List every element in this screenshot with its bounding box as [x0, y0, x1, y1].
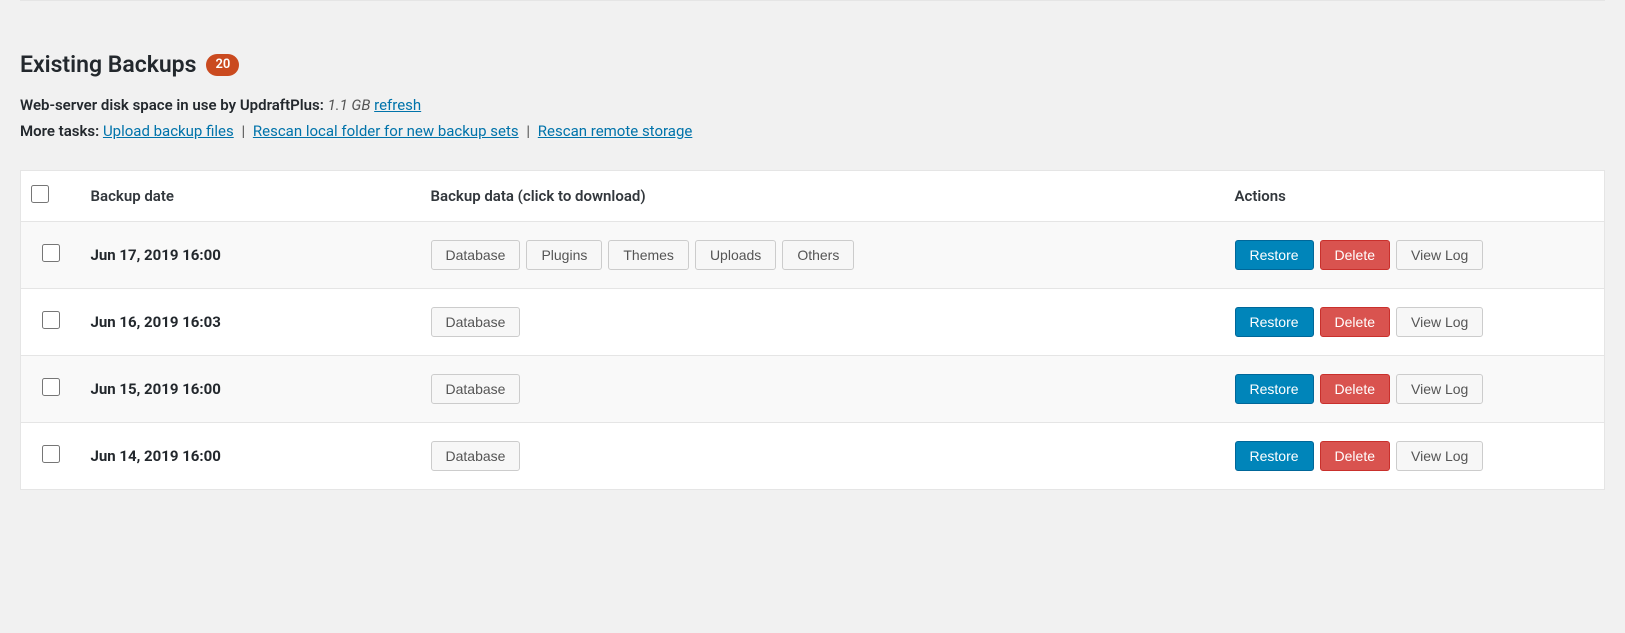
database-download-button[interactable]: Database — [431, 307, 521, 337]
row-date-cell: Jun 17, 2019 16:00 — [81, 222, 421, 289]
more-tasks-line: More tasks: Upload backup files | Rescan… — [20, 122, 1605, 140]
database-download-button[interactable]: Database — [431, 441, 521, 471]
restore-button[interactable]: Restore — [1235, 441, 1314, 471]
table-header-row: Backup date Backup data (click to downlo… — [21, 171, 1605, 222]
delete-button[interactable]: Delete — [1320, 374, 1390, 404]
page-title-text: Existing Backups — [20, 51, 196, 78]
row-check-cell — [21, 356, 81, 423]
row-date-cell: Jun 15, 2019 16:00 — [81, 356, 421, 423]
uploads-download-button[interactable]: Uploads — [695, 240, 776, 270]
row-check-cell — [21, 222, 81, 289]
row-checkbox[interactable] — [42, 445, 60, 463]
row-date-cell: Jun 16, 2019 16:03 — [81, 289, 421, 356]
view-log-button[interactable]: View Log — [1396, 374, 1483, 404]
separator: | — [522, 122, 534, 140]
data-column-header: Backup data (click to download) — [421, 171, 1225, 222]
view-log-button[interactable]: View Log — [1396, 240, 1483, 270]
upload-backup-link[interactable]: Upload backup files — [103, 122, 234, 140]
table-row: Jun 15, 2019 16:00 Database RestoreDeleteV… — [21, 356, 1605, 423]
database-download-button[interactable]: Database — [431, 240, 521, 270]
themes-download-button[interactable]: Themes — [608, 240, 689, 270]
backup-date: Jun 17, 2019 16:00 — [91, 246, 221, 264]
restore-button[interactable]: Restore — [1235, 240, 1314, 270]
row-check-cell — [21, 289, 81, 356]
disk-space-label: Web-server disk space in use by UpdraftP… — [20, 96, 324, 114]
refresh-link[interactable]: refresh — [374, 96, 421, 114]
separator: | — [237, 122, 249, 140]
others-download-button[interactable]: Others — [782, 240, 854, 270]
row-actions-cell: RestoreDeleteView Log — [1225, 222, 1605, 289]
restore-button[interactable]: Restore — [1235, 374, 1314, 404]
table-row: Jun 16, 2019 16:03 Database RestoreDeleteV… — [21, 289, 1605, 356]
row-actions-cell: RestoreDeleteView Log — [1225, 289, 1605, 356]
row-check-cell — [21, 423, 81, 490]
row-data-cell: DatabasePluginsThemesUploadsOthers — [421, 222, 1225, 289]
delete-button[interactable]: Delete — [1320, 240, 1390, 270]
row-checkbox[interactable] — [42, 311, 60, 329]
view-log-button[interactable]: View Log — [1396, 441, 1483, 471]
delete-button[interactable]: Delete — [1320, 441, 1390, 471]
disk-space-info: Web-server disk space in use by UpdraftP… — [20, 96, 1605, 114]
disk-space-value: 1.1 GB — [328, 96, 371, 114]
select-all-checkbox[interactable] — [31, 185, 49, 203]
database-download-button[interactable]: Database — [431, 374, 521, 404]
row-data-cell: Database — [421, 356, 1225, 423]
backups-table: Backup date Backup data (click to downlo… — [20, 170, 1605, 490]
restore-button[interactable]: Restore — [1235, 307, 1314, 337]
rescan-remote-link[interactable]: Rescan remote storage — [538, 122, 693, 140]
row-data-cell: Database — [421, 423, 1225, 490]
more-tasks-label: More tasks: — [20, 122, 99, 140]
date-column-header: Backup date — [81, 171, 421, 222]
backup-date: Jun 15, 2019 16:00 — [91, 380, 221, 398]
backup-count-badge: 20 — [206, 54, 239, 76]
row-checkbox[interactable] — [42, 244, 60, 262]
delete-button[interactable]: Delete — [1320, 307, 1390, 337]
row-actions-cell: RestoreDeleteView Log — [1225, 423, 1605, 490]
row-checkbox[interactable] — [42, 378, 60, 396]
select-all-header — [21, 171, 81, 222]
page-title: Existing Backups 20 — [20, 51, 1605, 78]
row-date-cell: Jun 14, 2019 16:00 — [81, 423, 421, 490]
table-row: Jun 14, 2019 16:00 Database RestoreDeleteV… — [21, 423, 1605, 490]
backup-date: Jun 14, 2019 16:00 — [91, 447, 221, 465]
row-actions-cell: RestoreDeleteView Log — [1225, 356, 1605, 423]
backup-date: Jun 16, 2019 16:03 — [91, 313, 221, 331]
plugins-download-button[interactable]: Plugins — [526, 240, 602, 270]
row-data-cell: Database — [421, 289, 1225, 356]
rescan-local-link[interactable]: Rescan local folder for new backup sets — [253, 122, 519, 140]
view-log-button[interactable]: View Log — [1396, 307, 1483, 337]
table-row: Jun 17, 2019 16:00 DatabasePluginsThemesU… — [21, 222, 1605, 289]
actions-column-header: Actions — [1225, 171, 1605, 222]
